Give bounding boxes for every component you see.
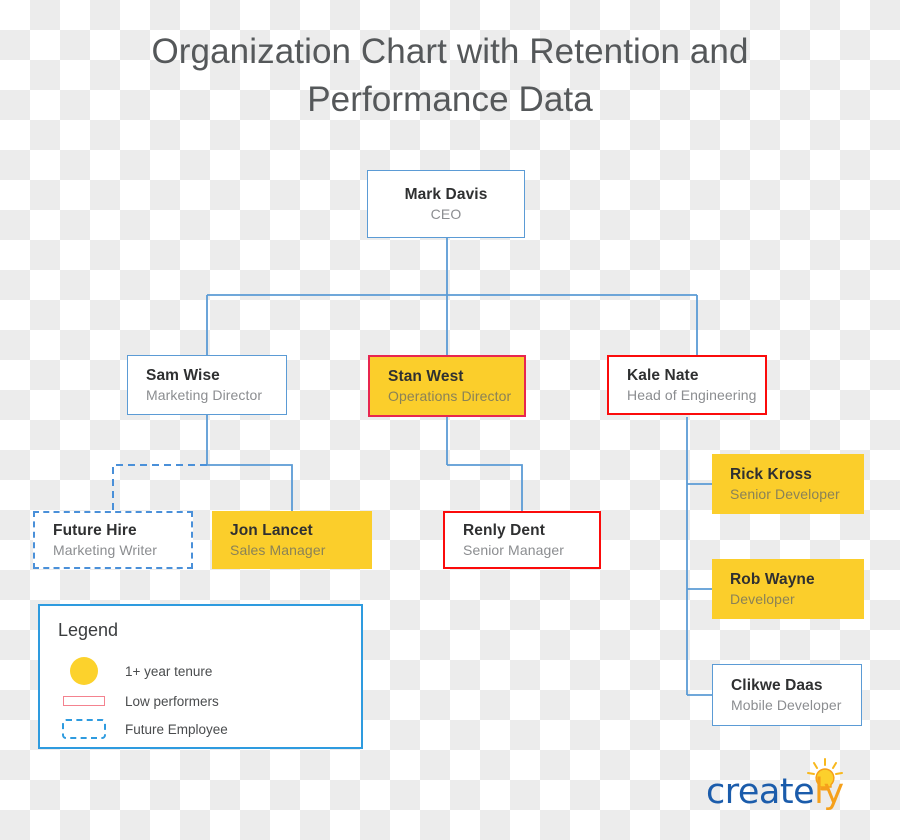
- node-rob-wayne[interactable]: Rob Wayne Developer: [712, 559, 864, 619]
- node-name: Rick Kross: [730, 465, 812, 483]
- logo-wordmark: creately: [706, 772, 844, 812]
- node-stan-west[interactable]: Stan West Operations Director: [368, 355, 526, 417]
- legend-item-label: Low performers: [125, 693, 219, 709]
- node-kale-nate[interactable]: Kale Nate Head of Engineering: [607, 355, 767, 415]
- gold-circle-icon: [58, 657, 110, 685]
- node-clikwe-daas[interactable]: Clikwe Daas Mobile Developer: [712, 664, 862, 726]
- org-chart-canvas: Organization Chart with Retention and Pe…: [0, 0, 900, 840]
- node-rick-kross[interactable]: Rick Kross Senior Developer: [712, 454, 864, 514]
- node-name: Kale Nate: [627, 366, 699, 384]
- node-name: Renly Dent: [463, 521, 545, 539]
- node-role: Mobile Developer: [731, 696, 842, 713]
- legend-item-future-employee: Future Employee: [58, 716, 228, 742]
- node-role: Senior Manager: [463, 541, 565, 558]
- node-jon-lancet[interactable]: Jon Lancet Sales Manager: [212, 511, 372, 569]
- legend-box: Legend 1+ year tenure Low performers Fut…: [38, 604, 363, 749]
- edge-to-jon-lancet: [207, 464, 293, 511]
- legend-item-low-performers: Low performers: [58, 688, 219, 714]
- legend-item-label: Future Employee: [125, 721, 228, 737]
- edge-to-future-hire: [112, 464, 207, 512]
- node-name: Stan West: [388, 367, 464, 385]
- page-title: Organization Chart with Retention and Pe…: [151, 32, 749, 119]
- node-name: Clikwe Daas: [731, 676, 823, 694]
- legend-title: Legend: [58, 620, 119, 640]
- creately-logo: creately: [706, 758, 866, 820]
- node-sam-wise[interactable]: Sam Wise Marketing Director: [127, 355, 287, 415]
- node-role: Operations Director: [388, 387, 512, 404]
- node-role: CEO: [430, 205, 462, 222]
- logo-text-create: create: [706, 772, 815, 812]
- red-outline-icon: [58, 696, 110, 706]
- blue-dashed-icon: [58, 719, 110, 739]
- node-role: Developer: [730, 590, 795, 607]
- node-future-hire[interactable]: Future Hire Marketing Writer: [33, 511, 193, 569]
- legend-item-tenure: 1+ year tenure: [58, 657, 213, 685]
- node-name: Mark Davis: [404, 185, 488, 203]
- node-role: Marketing Writer: [53, 541, 158, 558]
- logo-text-ly: ly: [814, 772, 844, 812]
- node-name: Jon Lancet: [230, 521, 313, 539]
- node-name: Sam Wise: [146, 366, 220, 384]
- node-role: Head of Engineering: [627, 386, 757, 403]
- node-role: Senior Developer: [730, 485, 840, 502]
- node-renly-dent[interactable]: Renly Dent Senior Manager: [443, 511, 601, 569]
- node-role: Sales Manager: [230, 541, 326, 558]
- edge-to-renly-dent: [447, 464, 523, 511]
- node-name: Future Hire: [53, 521, 137, 539]
- legend-item-label: 1+ year tenure: [125, 663, 213, 679]
- node-name: Rob Wayne: [730, 570, 815, 588]
- node-role: Marketing Director: [146, 386, 263, 403]
- node-mark-davis[interactable]: Mark Davis CEO: [367, 170, 525, 238]
